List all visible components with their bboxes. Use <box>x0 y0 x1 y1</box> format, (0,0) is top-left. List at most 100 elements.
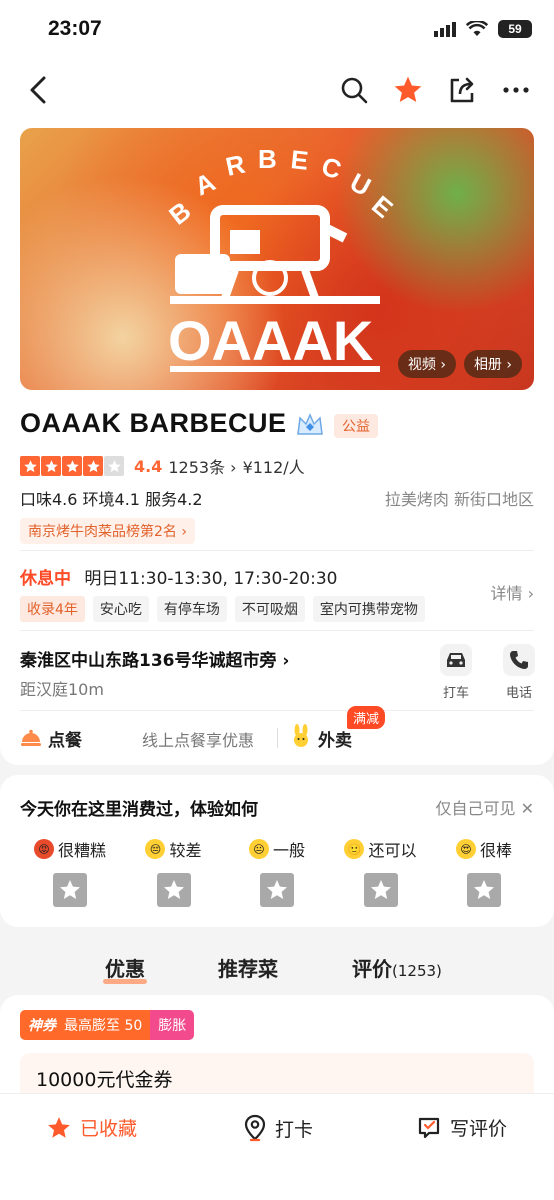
back-button[interactable] <box>22 72 58 108</box>
svg-text:E: E <box>289 144 309 176</box>
favorited-button[interactable]: 已收藏 <box>46 1114 137 1141</box>
checkin-button[interactable]: 打卡 <box>243 1114 313 1142</box>
divider <box>20 630 534 631</box>
feedback-option-poor[interactable]: 😔 较差 <box>124 837 224 907</box>
wifi-icon <box>466 21 488 36</box>
crown-icon <box>297 413 323 435</box>
distance: 距汉庭10m <box>20 680 104 699</box>
smile-emoji-icon: 🙂 <box>344 839 365 859</box>
star-filled-icon <box>394 76 422 102</box>
svg-text:U: U <box>345 167 376 202</box>
charity-badge[interactable]: 公益 <box>334 414 378 438</box>
voucher-title: 10000元代金券 <box>36 1069 173 1091</box>
angry-emoji-icon: 😡 <box>33 839 54 859</box>
rating-stars <box>20 456 124 476</box>
write-review-button[interactable]: 写评价 <box>416 1114 507 1141</box>
tab-reviews[interactable]: 评价(1253) <box>352 953 442 982</box>
svg-text:B: B <box>163 196 196 231</box>
star-icon[interactable] <box>467 873 501 907</box>
rabbit-icon <box>294 724 308 747</box>
chevron-left-icon <box>30 76 46 104</box>
star-icon[interactable] <box>260 873 294 907</box>
coupon-tag[interactable]: 神券 最高膨至 50 膨胀 <box>20 1010 195 1040</box>
divider <box>20 710 534 711</box>
order-desc: 线上点餐享优惠 <box>142 731 255 750</box>
hours-row: 休息中 明日11:30-13:30, 17:30-20:30 <box>20 564 337 589</box>
location-pin-icon <box>244 1114 266 1142</box>
delivery-badge: 满减 <box>347 706 386 729</box>
order-row: 点餐 线上点餐享优惠 外卖 满减 <box>20 706 534 756</box>
coupon-expand-label: 膨胀 <box>150 1010 195 1040</box>
hours-text: 明日11:30-13:30, 17:30-20:30 <box>84 569 338 589</box>
phone-icon <box>510 651 528 669</box>
svg-text:OAAAK: OAAAK <box>168 309 373 372</box>
shop-categories: 拉美烤肉 新街口地区 <box>384 490 534 509</box>
coupon-max-label: 最高膨至 50 <box>64 1010 151 1040</box>
shop-name: OAAAK BARBECUE <box>20 408 287 438</box>
search-icon <box>341 77 368 104</box>
star-icon[interactable] <box>363 873 398 907</box>
hero-image[interactable]: B A R B E C U E OAAAK 视频 › 相册 › <box>20 128 534 390</box>
shop-info-card: B A R B E C U E OAAAK 视频 › 相册 › OAAAK BA… <box>0 120 554 765</box>
status-time: 23:07 <box>48 17 102 40</box>
more-button[interactable] <box>498 72 534 108</box>
feedback-option-terrible[interactable]: 😡 很糟糕 <box>20 837 120 907</box>
star-icon[interactable] <box>53 873 87 907</box>
heart-eyes-emoji-icon: 😍 <box>455 839 476 859</box>
star-filled-icon <box>41 456 61 476</box>
hours-detail-link[interactable]: 详情 › <box>491 580 535 604</box>
svg-text:R: R <box>223 149 248 182</box>
tag: 不可吸烟 <box>234 596 305 622</box>
food-cover-icon <box>21 729 41 746</box>
star-icon[interactable] <box>156 873 191 907</box>
svg-text:A: A <box>190 166 220 201</box>
rating-row[interactable]: 4.4 1253条 › ¥112/人 <box>20 454 305 478</box>
taxi-label: 打车 <box>442 686 469 701</box>
phone-label: 电话 <box>505 686 532 701</box>
svg-text:E: E <box>366 190 399 224</box>
tag: 有停车场 <box>156 596 227 622</box>
feedback-card: 今天你在这里消费过，体验如何 仅自己可见 ✕ 😡 很糟糕 😔 较差 😐 一般 🙂 还可以… <box>0 775 554 927</box>
feedback-close[interactable]: 仅自己可见 ✕ <box>435 795 534 819</box>
share-icon <box>450 77 474 103</box>
star-empty-icon <box>104 456 124 476</box>
sub-scores: 口味4.6 环境4.1 服务4.2 <box>20 490 203 509</box>
nav-actions <box>336 72 534 108</box>
divider <box>20 550 534 551</box>
taxi-button[interactable]: 打车 <box>436 644 476 701</box>
edit-note-icon <box>418 1117 440 1138</box>
status-bar: 23:07 59 <box>0 0 554 60</box>
star-filled-icon <box>20 456 40 476</box>
tag: 收录4年 <box>20 596 85 622</box>
feedback-option-great[interactable]: 😍 很棒 <box>434 837 534 907</box>
delivery-button[interactable]: 外卖 <box>318 726 352 751</box>
phone-button[interactable]: 电话 <box>499 644 539 701</box>
search-button[interactable] <box>336 72 372 108</box>
signal-icon <box>434 22 456 37</box>
star-filled-icon <box>83 456 103 476</box>
car-icon <box>447 653 465 667</box>
feature-tags: 收录4年 安心吃 有停车场 不可吸烟 室内可携带宠物 <box>20 596 425 622</box>
share-button[interactable] <box>444 72 480 108</box>
coupon-god-label: 神券 <box>20 1010 64 1040</box>
rating-score: 4.4 <box>134 456 163 476</box>
feedback-option-good[interactable]: 🙂 还可以 <box>331 837 431 907</box>
battery-indicator: 59 <box>498 20 532 38</box>
more-icon <box>503 87 529 93</box>
order-button[interactable]: 点餐 <box>48 726 82 751</box>
status-icons: 59 <box>434 20 532 38</box>
content-tabs: 优惠 推荐菜 评价(1253) <box>0 937 554 995</box>
rank-badge[interactable]: 南京烤牛肉菜品榜第2名 › <box>20 518 195 544</box>
nav-bar <box>0 60 554 120</box>
tab-dishes[interactable]: 推荐菜 <box>218 953 278 982</box>
favorite-button[interactable] <box>390 72 426 108</box>
feedback-options: 😡 很糟糕 😔 较差 😐 一般 🙂 还可以 😍 很棒 <box>20 837 534 907</box>
shop-address[interactable]: 秦淮区中山东路136号华诚超市旁 › <box>20 646 289 671</box>
album-button[interactable]: 相册 › <box>463 350 522 378</box>
hero-buttons: 视频 › 相册 › <box>397 350 522 378</box>
svg-text:B: B <box>258 144 277 174</box>
feedback-option-average[interactable]: 😐 一般 <box>227 837 327 907</box>
star-filled-icon <box>62 456 82 476</box>
video-button[interactable]: 视频 › <box>397 350 456 378</box>
tab-deals[interactable]: 优惠 <box>103 953 147 984</box>
